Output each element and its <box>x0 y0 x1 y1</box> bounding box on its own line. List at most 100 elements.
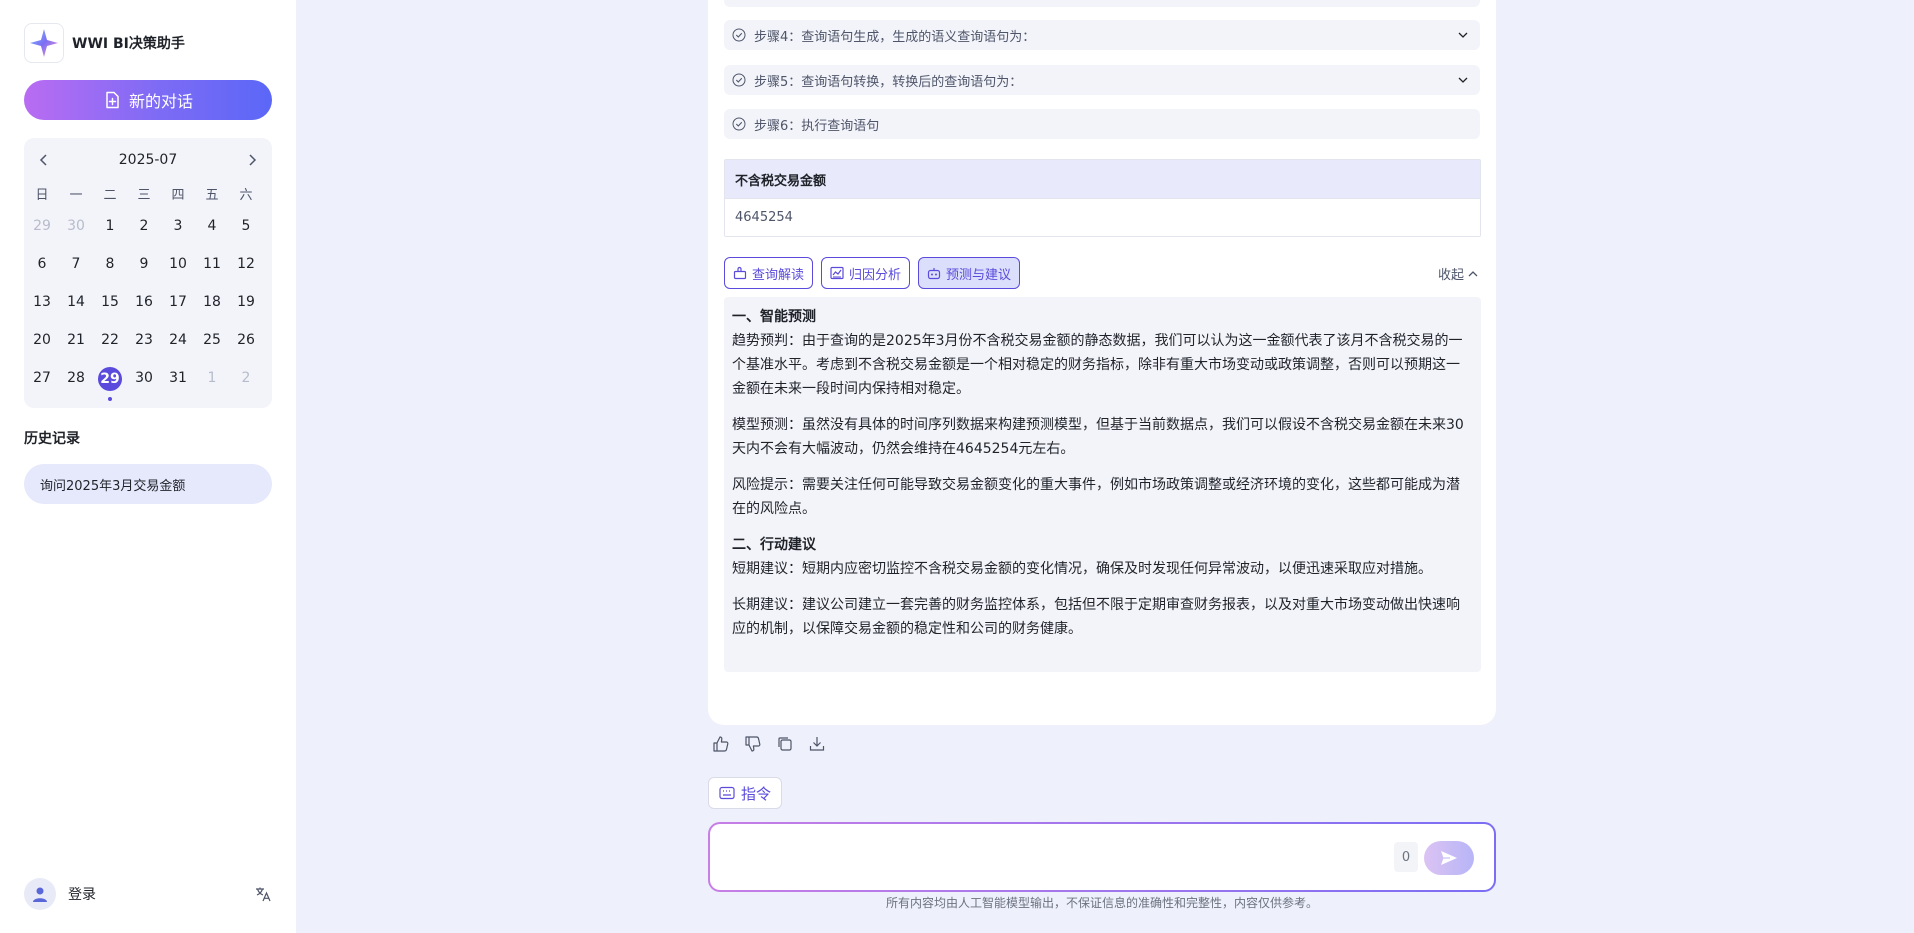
calendar-day[interactable]: 5 <box>229 218 263 256</box>
command-button[interactable]: 指令 <box>708 777 783 809</box>
calendar-day[interactable]: 20 <box>25 332 59 370</box>
sidebar: WWI BI决策助手 新的对话 2025-07 日 一 二 三 四 五 六 29… <box>0 0 296 933</box>
calendar-day[interactable]: 18 <box>195 294 229 332</box>
calendar-day[interactable]: 7 <box>59 256 93 294</box>
calendar-day[interactable]: 2 <box>229 370 263 408</box>
translate-icon[interactable] <box>254 885 272 903</box>
chat-input-box: 0 <box>708 822 1496 892</box>
calendar-day-selected[interactable]: 29 <box>93 367 127 408</box>
answer-card: 步骤4：查询语句生成，生成的语义查询语句为： 步骤5：查询语句转换，转换后的查询… <box>708 0 1496 725</box>
check-circle-icon <box>732 73 746 87</box>
calendar-day[interactable]: 29 <box>25 218 59 256</box>
table-cell: 4645254 <box>725 198 1480 236</box>
collapse-button[interactable]: 收起 <box>1438 264 1478 283</box>
calendar-grid: 日 一 二 三 四 五 六 29 30 1 2 3 4 5 6 7 8 9 10… <box>24 184 272 408</box>
step-5[interactable]: 步骤5：查询语句转换，转换后的查询语句为： <box>724 65 1480 95</box>
calendar-day[interactable]: 27 <box>25 370 59 408</box>
section-title: 二、行动建议 <box>732 537 816 553</box>
table-header: 不含税交易金额 <box>725 160 1480 198</box>
chevron-right-icon[interactable] <box>242 150 262 170</box>
calendar-day[interactable]: 23 <box>127 332 161 370</box>
thumbs-up-icon[interactable] <box>712 735 730 753</box>
calendar-week-row: 13 14 15 16 17 18 19 <box>24 294 272 332</box>
calendar-day[interactable]: 1 <box>93 218 127 256</box>
calendar-day[interactable]: 16 <box>127 294 161 332</box>
step-4[interactable]: 步骤4：查询语句生成，生成的语义查询语句为： <box>724 20 1480 50</box>
calendar-day[interactable]: 10 <box>161 256 195 294</box>
calendar-day[interactable]: 30 <box>127 370 161 408</box>
selected-day-label: 29 <box>98 367 122 391</box>
chevron-up-icon <box>1468 270 1478 276</box>
calendar-week-row: 6 7 8 9 10 11 12 <box>24 256 272 294</box>
weekday-label: 五 <box>205 188 219 203</box>
check-circle-icon <box>732 28 746 42</box>
weekday-label: 六 <box>239 188 253 203</box>
calendar-day[interactable]: 25 <box>195 332 229 370</box>
paragraph-risk: 风险提示：需要关注任何可能导致交易金额变化的重大事件，例如市场政策调整或经济环境… <box>732 477 1460 517</box>
download-icon[interactable] <box>808 735 826 753</box>
message-actions <box>712 735 826 753</box>
analysis-tabs: 查询解读 归因分析 预测与建议 <box>724 257 1021 289</box>
step-label: 步骤4：查询语句生成，生成的语义查询语句为： <box>754 29 1036 45</box>
new-document-icon <box>106 91 119 109</box>
calendar-day[interactable]: 8 <box>93 256 127 294</box>
calendar-day[interactable]: 14 <box>59 294 93 332</box>
app-title: WWI BI决策助手 <box>72 36 185 52</box>
calendar-day[interactable]: 21 <box>59 332 93 370</box>
calendar-day[interactable]: 6 <box>25 256 59 294</box>
tab-query-interpretation[interactable]: 查询解读 <box>724 257 814 289</box>
chevron-down-icon[interactable] <box>1456 73 1470 87</box>
app-logo <box>24 23 64 63</box>
user-icon <box>33 887 47 902</box>
keyboard-icon <box>719 786 735 800</box>
paragraph-long-term: 长期建议：建议公司建立一套完善的财务监控体系，包括但不限于定期审查财务报表，以及… <box>732 597 1460 637</box>
calendar-day[interactable]: 3 <box>161 218 195 256</box>
tab-label: 归因分析 <box>849 267 902 283</box>
calendar-day[interactable]: 11 <box>195 256 229 294</box>
history-item[interactable]: 询问2025年3月交易金额 <box>24 464 272 504</box>
chart-icon <box>830 266 844 280</box>
step-label: 步骤5：查询语句转换，转换后的查询语句为： <box>754 74 1023 90</box>
weekday-label: 三 <box>137 188 151 203</box>
command-label: 指令 <box>741 784 772 803</box>
tab-label: 预测与建议 <box>946 267 1012 283</box>
send-button[interactable] <box>1424 841 1474 875</box>
calendar-day[interactable]: 26 <box>229 332 263 370</box>
calendar-day[interactable]: 28 <box>59 370 93 408</box>
login-label: 登录 <box>68 887 96 903</box>
step-label: 步骤6：执行查询语句 <box>754 118 880 134</box>
chat-input[interactable] <box>726 838 1366 874</box>
thumb-icon <box>733 266 747 280</box>
disclaimer: 所有内容均由人工智能模型输出，不保证信息的准确性和完整性，内容仅供参考。 <box>885 896 1318 910</box>
history-title: 历史记录 <box>24 431 80 447</box>
calendar-day[interactable]: 15 <box>93 294 127 332</box>
calendar-day[interactable]: 30 <box>59 218 93 256</box>
user-login[interactable]: 登录 <box>24 878 96 910</box>
calendar-day[interactable]: 13 <box>25 294 59 332</box>
tab-attribution-analysis[interactable]: 归因分析 <box>821 257 911 289</box>
calendar-header: 2025-07 <box>24 150 272 170</box>
calendar-day[interactable]: 9 <box>127 256 161 294</box>
avatar[interactable] <box>24 878 56 910</box>
calendar-day[interactable]: 12 <box>229 256 263 294</box>
analysis-content: 一、智能预测 趋势预判：由于查询的是2025年3月份不含税交易金额的静态数据，我… <box>724 297 1481 672</box>
calendar-day[interactable]: 17 <box>161 294 195 332</box>
weekday-label: 二 <box>103 188 117 203</box>
calendar-day[interactable]: 22 <box>93 332 127 370</box>
thumbs-down-icon[interactable] <box>744 735 762 753</box>
calendar-day[interactable]: 1 <box>195 370 229 408</box>
robot-icon <box>927 268 941 280</box>
collapse-label: 收起 <box>1437 268 1464 283</box>
tab-forecast-suggestions[interactable]: 预测与建议 <box>918 257 1021 289</box>
calendar-day[interactable]: 24 <box>161 332 195 370</box>
new-chat-button[interactable]: 新的对话 <box>24 80 272 120</box>
copy-icon[interactable] <box>776 735 794 753</box>
chevron-down-icon[interactable] <box>1456 28 1470 42</box>
calendar-day[interactable]: 31 <box>161 370 195 408</box>
calendar-day[interactable]: 19 <box>229 294 263 332</box>
paragraph-trend: 趋势预判：由于查询的是2025年3月份不含税交易金额的静态数据，我们可以认为这一… <box>732 333 1463 397</box>
calendar-day[interactable]: 2 <box>127 218 161 256</box>
weekday-label: 一 <box>69 188 83 203</box>
step-6: 步骤6：执行查询语句 <box>724 109 1480 139</box>
calendar-day[interactable]: 4 <box>195 218 229 256</box>
